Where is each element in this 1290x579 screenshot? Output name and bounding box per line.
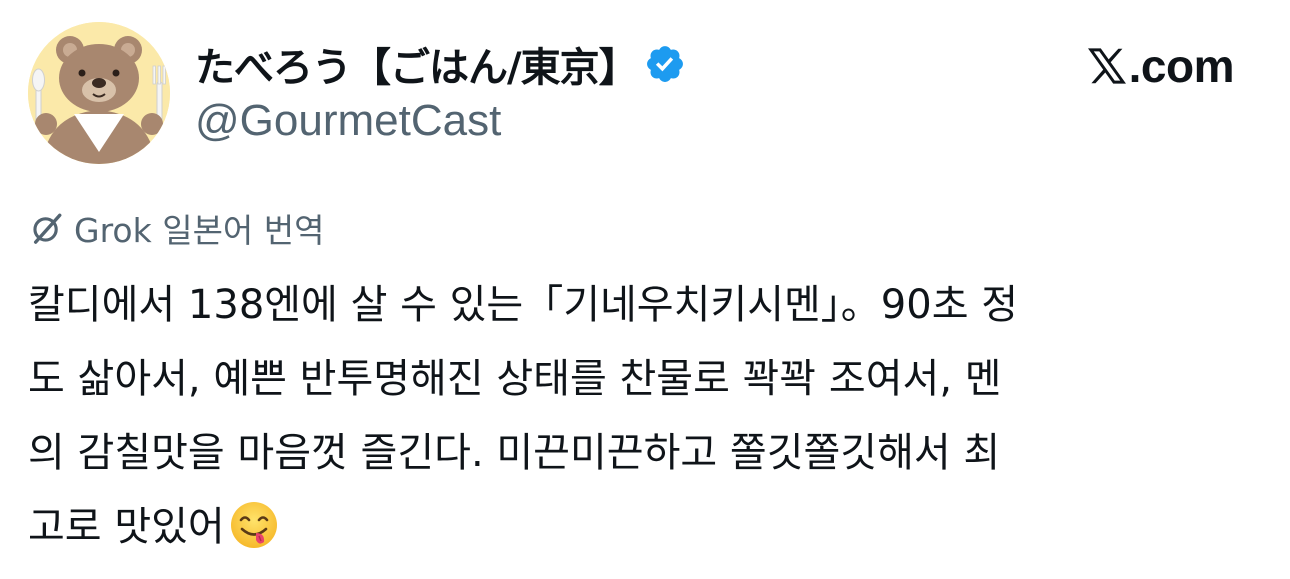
translation-indicator[interactable]: Grok 일본어 번역 xyxy=(30,206,325,250)
post-text-line: 고로 맛있어 xyxy=(28,504,225,550)
brand-watermark: .com xyxy=(1085,38,1235,94)
verified-badge-icon[interactable] xyxy=(644,43,686,85)
avatar[interactable] xyxy=(28,22,170,164)
bear-mascot-avatar-image xyxy=(28,22,170,164)
face-savoring-food-emoji-icon xyxy=(229,500,279,550)
display-name[interactable]: たべろう【ごはん/東京】 xyxy=(195,35,639,93)
translation-label: Grok 일본어 번역 xyxy=(74,211,325,250)
post-card: たべろう【ごはん/東京】 @GourmetCast .com Grok 일본어 xyxy=(0,0,1290,579)
post-text-line: 의 감칠맛을 마음껏 즐긴다. 미끈미끈하고 쫄깃쫄깃해서 최 xyxy=(28,430,1001,476)
post-text-line: 칼디에서 138엔에 살 수 있는「기네우치키시멘」。90초 정 xyxy=(28,282,1019,328)
post-text-line: 도 삶아서, 예쁜 반투명해진 상태를 찬물로 꽉꽉 조여서, 멘 xyxy=(28,356,1002,402)
author-name-row: たべろう【ごはん/東京】 xyxy=(195,34,686,94)
author-handle[interactable]: @GourmetCast xyxy=(195,96,501,146)
post-text: 칼디에서 138엔에 살 수 있는「기네우치키시멘」。90초 정 도 삶아서, … xyxy=(28,268,1264,564)
grok-icon xyxy=(30,211,64,245)
x-logo-icon xyxy=(1085,44,1129,88)
brand-text: .com xyxy=(1128,40,1235,92)
post-text-last-line: 고로 맛있어 xyxy=(28,490,1264,564)
